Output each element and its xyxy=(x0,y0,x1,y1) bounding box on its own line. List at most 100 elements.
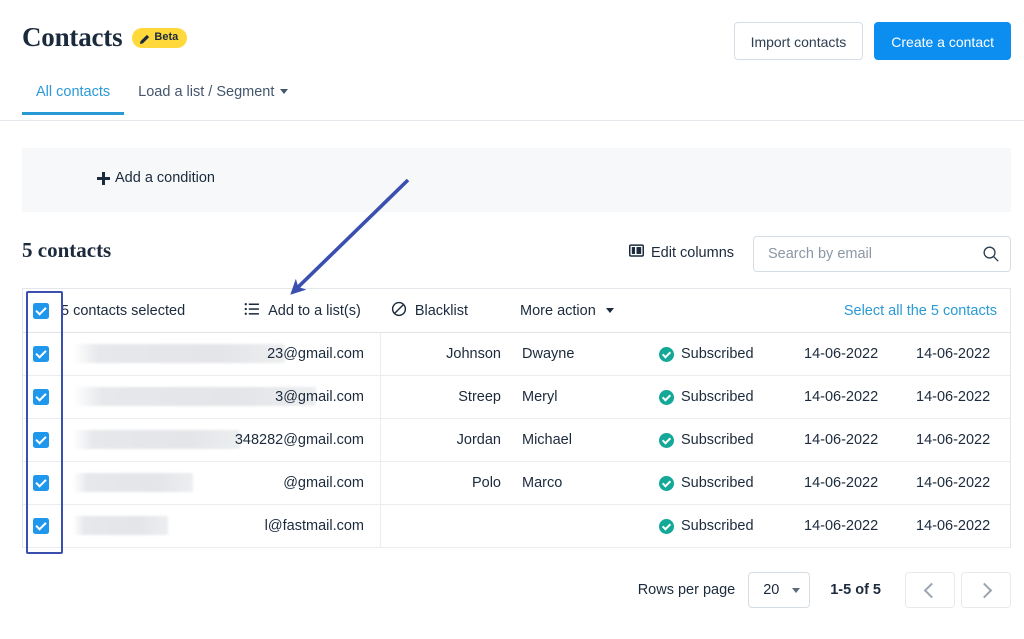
row-checkbox[interactable] xyxy=(33,389,49,405)
status-label: Subscribed xyxy=(681,475,754,491)
tab-all-contacts-label: All contacts xyxy=(36,84,110,100)
search-input[interactable] xyxy=(754,237,976,271)
add-to-list-button[interactable]: Add to a list(s) xyxy=(244,301,361,321)
cell-last-name: Johnson xyxy=(381,346,514,362)
cell-first-name: Michael xyxy=(514,432,636,448)
pagination-bar: Rows per page 20 1-5 of 5 xyxy=(0,572,1024,627)
select-all-link[interactable]: Select all the 5 contacts xyxy=(844,303,997,319)
table-row[interactable]: l@fastmail.comSubscribed14-06-202214-06-… xyxy=(23,505,1010,548)
prohibition-icon xyxy=(391,301,407,321)
row-checkbox[interactable] xyxy=(33,346,49,362)
cell-email-text: 348282@gmail.com xyxy=(235,432,364,448)
row-checkbox[interactable] xyxy=(33,518,49,534)
import-contacts-button[interactable]: Import contacts xyxy=(734,22,864,60)
search-box xyxy=(753,236,1011,272)
check-circle-icon xyxy=(659,347,674,362)
list-icon xyxy=(244,301,260,321)
edit-columns-button[interactable]: Edit columns xyxy=(629,243,734,262)
table-body: 23@gmail.comJohnsonDwayneSubscribed14-06… xyxy=(23,333,1010,548)
more-action-button[interactable]: More action xyxy=(520,303,614,319)
cell-email: 23@gmail.com xyxy=(59,333,381,375)
cell-date-created: 14-06-2022 xyxy=(804,389,916,405)
redaction-block xyxy=(73,473,193,492)
tab-bar: All contacts Load a list / Segment xyxy=(0,80,1024,121)
contacts-table: 5 contacts selected Add to a list(s) xyxy=(22,288,1011,548)
status-label: Subscribed xyxy=(681,389,754,405)
row-checkbox-cell xyxy=(23,432,59,448)
cell-last-name: Streep xyxy=(381,389,514,405)
plus-icon xyxy=(97,172,110,185)
cell-status: Subscribed xyxy=(636,475,804,491)
row-checkbox[interactable] xyxy=(33,475,49,491)
add-to-list-label: Add to a list(s) xyxy=(268,303,361,319)
table-row[interactable]: 348282@gmail.com JordanMichael Subscribed 1… xyxy=(23,419,1010,462)
next-page-button[interactable] xyxy=(961,572,1011,608)
chevron-down-icon xyxy=(792,588,800,593)
tab-all-contacts[interactable]: All contacts xyxy=(22,80,124,115)
chevron-right-icon xyxy=(977,582,993,598)
tab-load-list-segment-label: Load a list / Segment xyxy=(138,84,274,100)
select-all-checkbox[interactable] xyxy=(33,303,49,319)
status-label: Subscribed xyxy=(681,346,754,362)
row-checkbox-cell xyxy=(23,389,59,405)
cell-last-name: Jordan xyxy=(381,432,514,448)
cell-date-created: 14-06-2022 xyxy=(804,346,916,362)
beta-badge-label: Beta xyxy=(154,31,178,44)
chevron-down-icon xyxy=(280,89,288,94)
table-row[interactable]: @gmail.comPoloMarcoSubscribed14-06-20221… xyxy=(23,462,1010,505)
table-tools-row: 5 contacts Edit columns xyxy=(0,234,1024,276)
rows-per-page-value: 20 xyxy=(763,582,779,598)
row-checkbox-cell xyxy=(23,475,59,491)
selected-count-label: 5 contacts selected xyxy=(59,303,185,319)
cell-email-text: @gmail.com xyxy=(283,475,364,491)
beta-badge: Beta xyxy=(132,28,187,48)
search-icon[interactable] xyxy=(982,245,1000,268)
check-circle-icon xyxy=(659,476,674,491)
cell-status: Subscribed xyxy=(636,389,804,405)
check-circle-icon xyxy=(659,433,674,448)
create-contact-button[interactable]: Create a contact xyxy=(874,22,1011,60)
rows-per-page-select[interactable]: 20 xyxy=(748,572,810,608)
filter-panel: Add a condition xyxy=(22,148,1011,212)
cell-email-text: l@fastmail.com xyxy=(265,518,364,534)
cell-date-modified: 14-06-2022 xyxy=(916,389,1024,405)
row-checkbox[interactable] xyxy=(33,432,49,448)
page-range-label: 1-5 of 5 xyxy=(830,582,881,598)
cell-status: Subscribed xyxy=(636,518,804,534)
cell-first-name: Meryl xyxy=(514,389,636,405)
cell-email: @gmail.com xyxy=(59,462,381,504)
cell-date-modified: 14-06-2022 xyxy=(916,346,1024,362)
cell-status: Subscribed xyxy=(636,432,804,448)
table-row[interactable]: 3@gmail.com StreepMeryl Subscribed 14-06-20… xyxy=(23,376,1010,419)
contacts-page: Contacts Beta Import contacts Create a c… xyxy=(0,0,1024,639)
cell-status: Subscribed xyxy=(636,346,804,362)
check-circle-icon xyxy=(659,390,674,405)
cell-email-text: 23@gmail.com xyxy=(267,346,364,362)
add-condition-button[interactable]: Add a condition xyxy=(97,170,215,186)
pencil-icon xyxy=(139,32,150,43)
redaction-block xyxy=(73,516,168,535)
status-label: Subscribed xyxy=(681,432,754,448)
cell-last-name: Polo xyxy=(381,475,514,491)
select-all-checkbox-cell xyxy=(23,303,59,319)
cell-date-created: 14-06-2022 xyxy=(804,518,916,534)
cell-email: 348282@gmail.com xyxy=(59,419,381,461)
tab-load-list-segment[interactable]: Load a list / Segment xyxy=(124,80,302,112)
previous-page-button[interactable] xyxy=(905,572,955,608)
check-circle-icon xyxy=(659,519,674,534)
blacklist-button[interactable]: Blacklist xyxy=(391,301,468,321)
blacklist-label: Blacklist xyxy=(415,303,468,319)
columns-icon xyxy=(629,243,644,262)
contacts-count: 5 contacts xyxy=(22,238,111,263)
table-row[interactable]: 23@gmail.com JohnsonDwayne Subscribed 14-06… xyxy=(23,333,1010,376)
row-checkbox-cell xyxy=(23,518,59,534)
cell-email-text: 3@gmail.com xyxy=(275,389,364,405)
add-condition-label: Add a condition xyxy=(115,170,215,186)
cell-first-name: Dwayne xyxy=(514,346,636,362)
cell-date-created: 14-06-2022 xyxy=(804,432,916,448)
header-actions: Import contacts Create a contact xyxy=(734,22,1011,60)
cell-email: l@fastmail.com xyxy=(59,505,381,547)
selection-toolbar-row: 5 contacts selected Add to a list(s) xyxy=(23,289,1010,333)
redaction-block xyxy=(73,430,240,449)
cell-date-modified: 14-06-2022 xyxy=(916,475,1024,491)
